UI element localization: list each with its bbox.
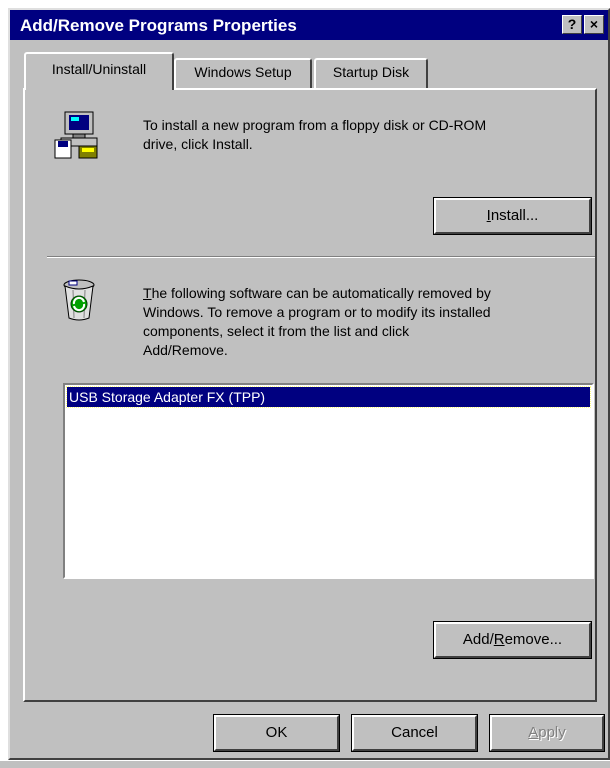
add-remove-programs-dialog: Add/Remove Programs Properties ? × Insta… (8, 8, 610, 760)
remove-instruction-line-1-rest: he following software can be automatical… (151, 285, 491, 301)
list-item-selected[interactable]: USB Storage Adapter FX (TPP) (66, 386, 591, 408)
remove-instruction-line-1: The following software can be automatica… (143, 284, 491, 303)
cancel-button[interactable]: Cancel (351, 714, 478, 752)
title-bar[interactable]: Add/Remove Programs Properties ? × (10, 10, 608, 40)
tab-panel-install-uninstall: To install a new program from a floppy d… (23, 88, 597, 702)
remove-instruction-line-2: Windows. To remove a program or to modif… (143, 304, 491, 320)
help-button[interactable]: ? (562, 15, 582, 34)
remove-instruction-line-4: Add/Remove. (143, 342, 228, 358)
tab-install-uninstall[interactable]: Install/Uninstall (24, 52, 174, 90)
add-remove-button[interactable]: Add/Remove... (433, 621, 592, 659)
install-instruction-line-2: drive, click Install. (143, 136, 253, 152)
install-instruction-line-1: To install a new program from a floppy d… (143, 117, 487, 133)
apply-button-mnemonic: A (528, 724, 539, 741)
tab-startup-disk[interactable]: Startup Disk (314, 58, 428, 88)
window-title: Add/Remove Programs Properties (20, 16, 297, 35)
remove-instruction-mnemonic: T (143, 285, 152, 301)
install-button[interactable]: Install... (433, 197, 592, 235)
tab-windows-setup[interactable]: Windows Setup (174, 58, 312, 88)
recycle-bin-icon (63, 279, 95, 321)
install-program-icon (54, 111, 98, 159)
add-remove-button-label-pre: Add/ (462, 631, 494, 648)
close-button[interactable]: × (584, 15, 604, 34)
section-divider (47, 256, 595, 258)
apply-button-label-post: pply (538, 724, 566, 741)
apply-button: Apply (489, 714, 605, 752)
installed-programs-list[interactable]: USB Storage Adapter FX (TPP) (63, 383, 594, 579)
install-button-label-post: nstall... (490, 207, 539, 224)
add-remove-button-label-post: emove... (504, 631, 563, 648)
remove-instruction-line-3: components, select it from the list and … (143, 323, 410, 339)
ok-button[interactable]: OK (213, 714, 340, 752)
add-remove-button-mnemonic: R (493, 631, 505, 648)
